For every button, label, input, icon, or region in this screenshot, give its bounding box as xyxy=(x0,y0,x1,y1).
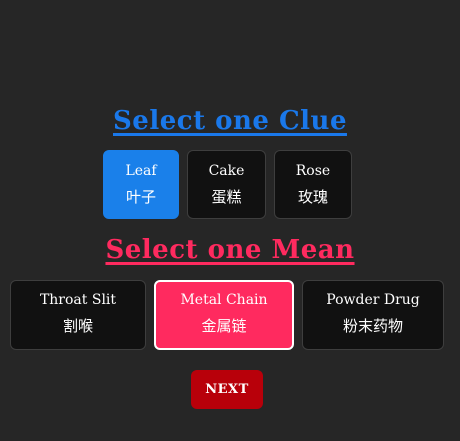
mean-option-label-zh: 粉末药物 xyxy=(342,317,403,335)
clue-option-label-zh: 叶子 xyxy=(125,188,156,206)
mean-option-label-en: Throat Slit xyxy=(39,292,117,308)
mean-option-label-zh: 割喉 xyxy=(62,317,93,335)
clue-option-label-en: Cake xyxy=(208,163,245,179)
clue-option-rose[interactable]: Rose 玫瑰 xyxy=(274,150,352,219)
clue-section-title: Select one Clue xyxy=(113,106,347,136)
clue-option-cake[interactable]: Cake 蛋糕 xyxy=(187,150,266,219)
clue-option-label-en: Leaf xyxy=(125,163,157,179)
mean-section-title: Select one Mean xyxy=(105,235,355,265)
next-button[interactable]: NEXT xyxy=(191,370,263,409)
mean-option-metal-chain[interactable]: Metal Chain 金属链 xyxy=(154,280,294,350)
mean-option-label-en: Powder Drug xyxy=(326,292,420,308)
mean-option-powder-drug[interactable]: Powder Drug 粉末药物 xyxy=(302,280,444,350)
mean-option-label-zh: 金属链 xyxy=(201,317,247,335)
mean-option-label-en: Metal Chain xyxy=(180,292,268,308)
clue-option-label-en: Rose xyxy=(295,163,331,179)
clue-option-label-zh: 玫瑰 xyxy=(297,188,328,206)
clue-option-leaf[interactable]: Leaf 叶子 xyxy=(103,150,179,219)
mean-option-throat-slit[interactable]: Throat Slit 割喉 xyxy=(10,280,146,350)
clue-option-label-zh: 蛋糕 xyxy=(211,188,242,206)
